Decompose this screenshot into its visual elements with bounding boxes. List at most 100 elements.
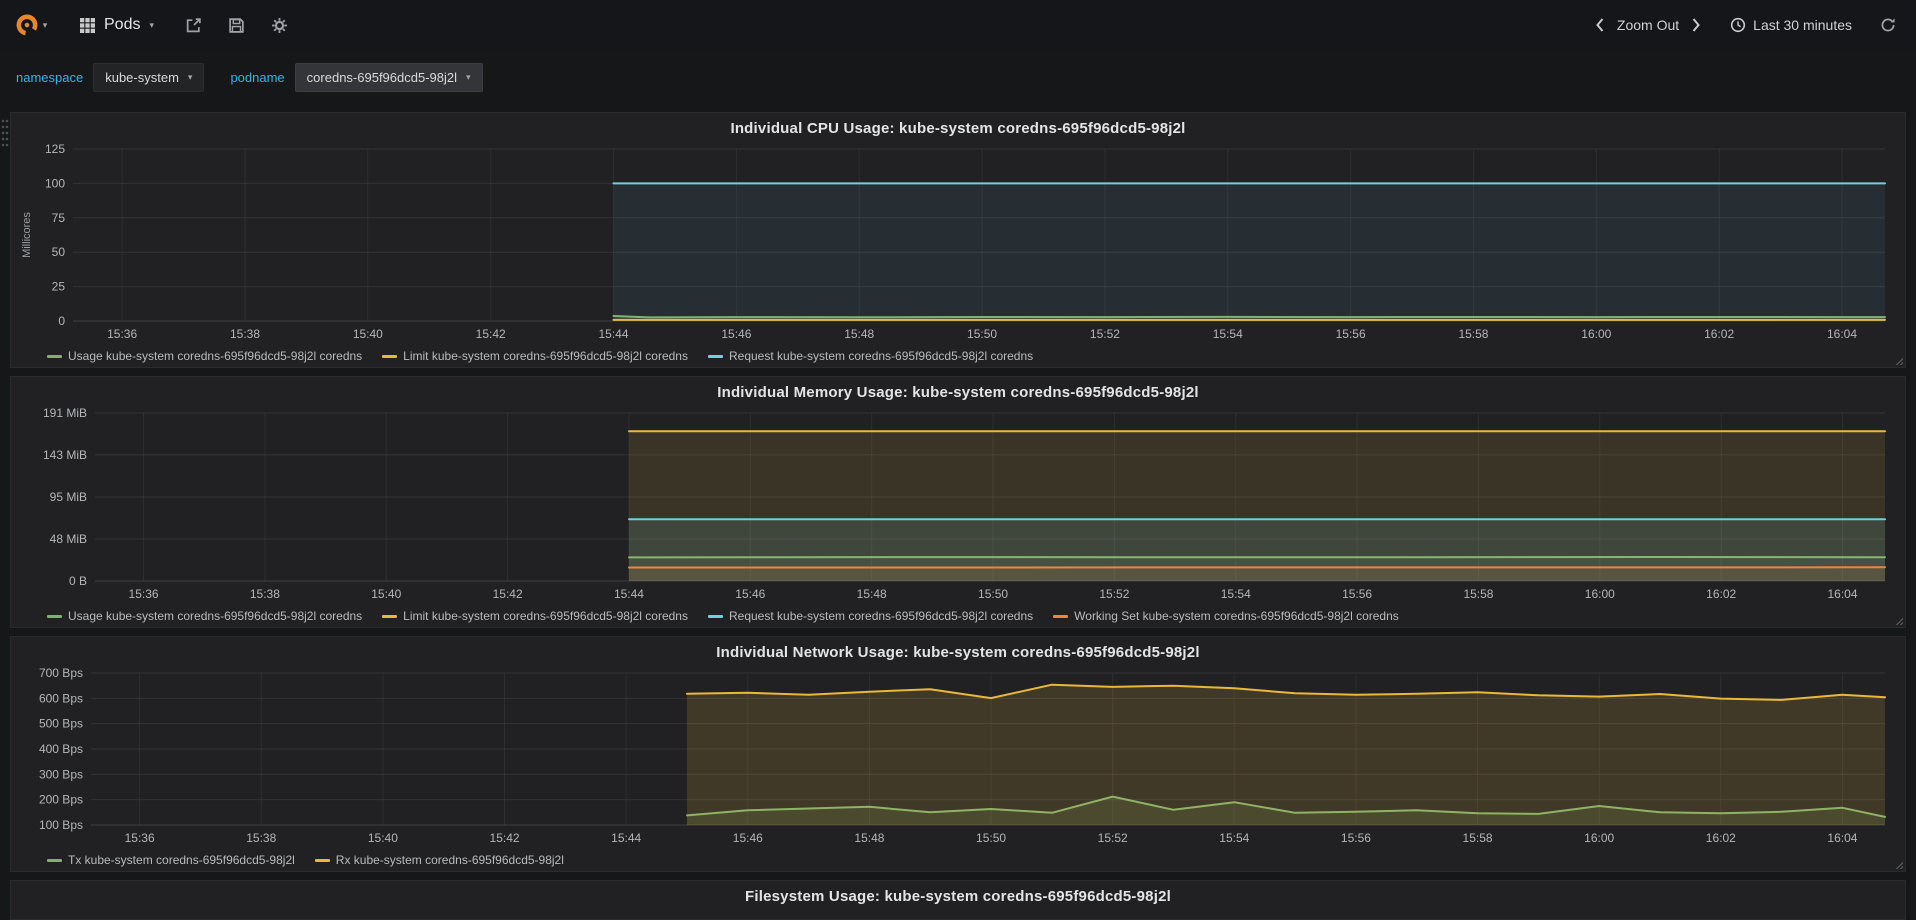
- svg-text:300 Bps: 300 Bps: [39, 767, 83, 781]
- svg-text:48 MiB: 48 MiB: [50, 532, 87, 546]
- svg-text:400 Bps: 400 Bps: [39, 742, 83, 756]
- variable-value-namespace[interactable]: kube-system ▾: [93, 62, 205, 92]
- legend-item[interactable]: Request kube-system coredns-695f96dcd5-9…: [707, 349, 1033, 363]
- svg-text:15:38: 15:38: [246, 831, 276, 845]
- variable-value-podname[interactable]: coredns-695f96dcd5-98j2l ▾: [294, 62, 483, 92]
- svg-text:16:00: 16:00: [1581, 327, 1611, 341]
- svg-text:95 MiB: 95 MiB: [50, 490, 87, 504]
- dashboard-title: Pods: [104, 16, 141, 33]
- share-button[interactable]: [172, 0, 215, 50]
- legend-series-swatch: [707, 614, 723, 618]
- svg-text:191 MiB: 191 MiB: [43, 406, 87, 420]
- legend-series-swatch: [47, 354, 62, 358]
- legend-series-swatch: [314, 858, 330, 862]
- legend-item[interactable]: Usage kube-system coredns-695f96dcd5-98j…: [47, 349, 362, 363]
- panel-title[interactable]: Individual Memory Usage: kube-system cor…: [11, 377, 1905, 405]
- svg-text:15:54: 15:54: [1219, 831, 1249, 845]
- svg-text:15:58: 15:58: [1463, 831, 1493, 845]
- grafana-logo-button[interactable]: ▾: [0, 0, 62, 50]
- legend-series-label: Usage kube-system coredns-695f96dcd5-98j…: [68, 349, 363, 363]
- time-back-button[interactable]: [1588, 13, 1611, 37]
- variable-namespace: namespace kube-system ▾: [16, 62, 205, 92]
- dashboard-panels: Individual CPU Usage: kube-system coredn…: [0, 104, 1916, 920]
- legend-series-label: Tx kube-system coredns-695f96dcd5-98j2l: [68, 853, 295, 867]
- legend-item[interactable]: Tx kube-system coredns-695f96dcd5-98j2l: [47, 853, 295, 867]
- chevron-left-icon: [1596, 18, 1604, 32]
- memory-legend: Usage kube-system coredns-695f96dcd5-98j…: [11, 605, 1905, 627]
- panel-filesystem-usage: Filesystem Usage: kube-system coredns-69…: [10, 880, 1906, 920]
- svg-text:75: 75: [52, 211, 66, 225]
- time-forward-button[interactable]: [1685, 13, 1708, 37]
- svg-text:500 Bps: 500 Bps: [39, 717, 83, 731]
- legend-item[interactable]: Limit kube-system coredns-695f96dcd5-98j…: [382, 349, 688, 363]
- cpu-chart-area: 15:36 15:38 15:40 15:42 15:44 15:46 15:48 15:50…: [11, 141, 1905, 345]
- chevron-right-icon: [1692, 18, 1700, 32]
- network-usage-chart[interactable]: 15:36 15:38 15:40 15:42 15:44 15:46 15:48 15:50…: [17, 665, 1899, 849]
- clock-icon: [1731, 17, 1746, 33]
- svg-text:600 Bps: 600 Bps: [39, 691, 83, 705]
- svg-text:16:00: 16:00: [1585, 587, 1615, 601]
- svg-text:15:40: 15:40: [371, 587, 401, 601]
- svg-text:15:50: 15:50: [967, 327, 997, 341]
- svg-text:125: 125: [45, 142, 65, 156]
- panel-drag-handle-dots[interactable]: [1, 118, 9, 148]
- legend-series-label: Rx kube-system coredns-695f96dcd5-98j2l: [335, 853, 564, 867]
- svg-text:0 B: 0 B: [69, 574, 87, 588]
- legend-item[interactable]: Working Set kube-system coredns-695f96dc…: [1053, 609, 1399, 623]
- time-range-label: Last 30 minutes: [1753, 17, 1852, 33]
- legend-series-label: Limit kube-system coredns-695f96dcd5-98j…: [403, 349, 688, 363]
- caret-down-icon: ▾: [187, 71, 193, 82]
- panel-individual-cpu-usage: Individual CPU Usage: kube-system coredn…: [10, 112, 1906, 368]
- legend-item[interactable]: Rx kube-system coredns-695f96dcd5-98j2l: [314, 853, 564, 867]
- svg-text:15:56: 15:56: [1341, 831, 1371, 845]
- svg-text:50: 50: [52, 245, 66, 259]
- svg-text:16:04: 16:04: [1828, 587, 1858, 601]
- refresh-button[interactable]: [1876, 13, 1900, 37]
- svg-text:15:40: 15:40: [353, 327, 383, 341]
- dashboard-picker-button[interactable]: Pods ▾: [62, 0, 172, 50]
- legend-series-label: Working Set kube-system coredns-695f96dc…: [1074, 609, 1399, 623]
- legend-series-label: Limit kube-system coredns-695f96dcd5-98j…: [403, 609, 688, 623]
- cpu-usage-chart[interactable]: 15:36 15:38 15:40 15:42 15:44 15:46 15:48 15:50…: [17, 141, 1899, 345]
- svg-text:15:36: 15:36: [107, 327, 137, 341]
- svg-text:15:38: 15:38: [230, 327, 260, 341]
- panel-title[interactable]: Filesystem Usage: kube-system coredns-69…: [11, 881, 1905, 909]
- svg-text:200 Bps: 200 Bps: [39, 793, 83, 807]
- legend-item[interactable]: Request kube-system coredns-695f96dcd5-9…: [707, 609, 1034, 623]
- panel-title[interactable]: Individual CPU Usage: kube-system coredn…: [11, 113, 1905, 141]
- legend-series-swatch: [47, 858, 62, 862]
- svg-text:15:58: 15:58: [1458, 327, 1488, 341]
- time-range-button[interactable]: Last 30 minutes: [1722, 13, 1860, 37]
- svg-text:15:46: 15:46: [721, 327, 751, 341]
- top-navbar: ▾ Pods ▾ Zoom Out Last 30 minutes: [0, 0, 1916, 50]
- svg-text:16:04: 16:04: [1827, 831, 1857, 845]
- save-button[interactable]: [215, 0, 258, 50]
- variable-podname: podname coredns-695f96dcd5-98j2l ▾: [230, 62, 483, 92]
- svg-text:15:38: 15:38: [250, 587, 280, 601]
- svg-text:15:48: 15:48: [844, 327, 874, 341]
- variable-selected-namespace: kube-system: [105, 69, 179, 85]
- zoom-out-button[interactable]: Zoom Out: [1611, 13, 1685, 37]
- svg-text:16:02: 16:02: [1706, 587, 1736, 601]
- svg-text:100: 100: [45, 176, 65, 190]
- svg-text:15:36: 15:36: [129, 587, 159, 601]
- variable-label-podname: podname: [230, 69, 285, 85]
- panel-title[interactable]: Individual Network Usage: kube-system co…: [11, 637, 1905, 665]
- legend-item[interactable]: Usage kube-system coredns-695f96dcd5-98j…: [47, 609, 362, 623]
- svg-text:15:44: 15:44: [614, 587, 644, 601]
- settings-button[interactable]: [258, 0, 301, 50]
- memory-chart-area: 15:36 15:38 15:40 15:42 15:44 15:46 15:48 15:50…: [11, 405, 1905, 605]
- svg-text:0: 0: [58, 314, 65, 328]
- gear-icon: [272, 17, 287, 33]
- legend-item[interactable]: Limit kube-system coredns-695f96dcd5-98j…: [382, 609, 688, 623]
- org-caret-down-icon: ▾: [42, 19, 48, 30]
- svg-text:15:42: 15:42: [493, 587, 523, 601]
- svg-text:15:36: 15:36: [125, 831, 155, 845]
- share-icon: [186, 17, 201, 32]
- caret-down-icon: ▾: [466, 71, 471, 82]
- legend-series-label: Request kube-system coredns-695f96dcd5-9…: [728, 609, 1034, 623]
- memory-usage-chart[interactable]: 15:36 15:38 15:40 15:42 15:44 15:46 15:48 15:50…: [17, 405, 1899, 605]
- svg-text:15:58: 15:58: [1463, 587, 1493, 601]
- svg-text:15:42: 15:42: [476, 327, 506, 341]
- svg-text:15:46: 15:46: [733, 831, 763, 845]
